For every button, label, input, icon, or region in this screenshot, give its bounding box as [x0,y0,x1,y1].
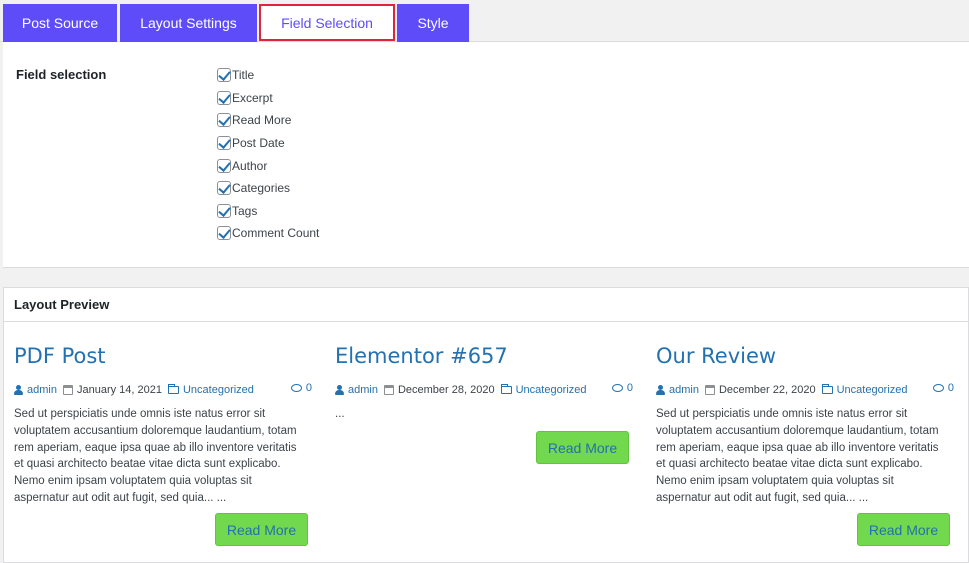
field-selection-panel: Field selection Title Excerpt Read More … [3,42,969,268]
tab-layout-settings[interactable]: Layout Settings [120,4,257,42]
post-card: Our Review admin December 22, 2020 Uncat… [656,344,954,546]
post-meta: admin December 28, 2020 Uncategorized 0 [335,382,633,398]
field-option-label: Post Date [232,136,285,151]
read-more-button[interactable]: Read More [857,513,950,546]
post-card: Elementor #657 admin December 28, 2020 U… [335,344,633,464]
checkbox-checked-icon[interactable] [217,68,231,83]
checkbox-checked-icon[interactable] [217,113,231,128]
read-more-button[interactable]: Read More [536,431,629,464]
field-option-post-date[interactable]: Post Date [217,132,319,155]
field-option-author[interactable]: Author [217,154,319,177]
layout-preview-title: Layout Preview [4,288,968,322]
post-date: December 22, 2020 [718,384,816,396]
post-meta: admin January 14, 2021 Uncategorized 0 [14,382,312,398]
checkbox-checked-icon[interactable] [217,226,231,241]
checkbox-checked-icon[interactable] [217,203,231,218]
comment-count[interactable]: 0 [290,382,312,394]
folder-icon [167,384,179,394]
field-option-read-more[interactable]: Read More [217,109,319,132]
field-selection-label: Field selection [16,67,107,82]
read-more-button[interactable]: Read More [215,513,308,546]
field-option-label: Read More [232,113,292,128]
post-excerpt: Sed ut perspiciatis unde omnis iste natu… [14,408,297,504]
layout-preview-panel: Layout Preview PDF Post admin January 14… [3,287,969,563]
post-title[interactable]: Elementor #657 [335,344,630,372]
comment-count-value: 0 [626,382,633,394]
calendar-icon [383,385,394,395]
field-checkbox-list: Title Excerpt Read More Post Date Author… [217,64,319,245]
comment-icon [611,384,623,392]
post-category[interactable]: Uncategorized [183,384,254,396]
checkbox-checked-icon[interactable] [217,90,231,105]
checkbox-checked-icon[interactable] [217,158,231,173]
post-title[interactable]: PDF Post [14,344,309,372]
field-option-excerpt[interactable]: Excerpt [217,87,319,110]
post-date: January 14, 2021 [76,384,162,396]
post-category[interactable]: Uncategorized [516,384,587,396]
field-option-label: Title [232,68,255,83]
post-author[interactable]: admin [669,384,699,396]
post-title[interactable]: Our Review [656,344,951,372]
field-option-title[interactable]: Title [217,64,319,87]
field-option-label: Categories [232,181,291,196]
post-meta: admin December 22, 2020 Uncategorized 0 [656,382,954,398]
field-option-label: Comment Count [232,226,320,241]
folder-icon [821,384,833,394]
user-icon [14,385,23,395]
checkbox-checked-icon[interactable] [217,136,231,151]
comment-icon [932,384,944,392]
post-author[interactable]: admin [348,384,378,396]
post-category[interactable]: Uncategorized [837,384,908,396]
calendar-icon [704,385,715,395]
tab-style[interactable]: Style [397,4,469,42]
comment-count-value: 0 [947,382,954,394]
calendar-icon [62,385,73,395]
post-card: PDF Post admin January 14, 2021 Uncatego… [14,344,312,546]
field-option-categories[interactable]: Categories [217,177,319,200]
post-excerpt: ... [335,408,345,420]
field-option-label: Excerpt [232,90,273,105]
user-icon [335,385,344,395]
folder-icon [500,384,512,394]
field-option-tags[interactable]: Tags [217,200,319,223]
comment-count-value: 0 [305,382,312,394]
post-date: December 28, 2020 [397,384,495,396]
post-author[interactable]: admin [27,384,57,396]
checkbox-checked-icon[interactable] [217,181,231,196]
comment-count[interactable]: 0 [932,382,954,394]
field-option-comment-count[interactable]: Comment Count [217,222,319,245]
tab-bar: Post Source Layout Settings Field Select… [0,0,969,42]
tab-field-selection[interactable]: Field Selection [259,4,395,41]
field-option-label: Tags [232,203,258,218]
comment-icon [290,384,302,392]
user-icon [656,385,665,395]
tab-post-source[interactable]: Post Source [3,4,117,42]
comment-count[interactable]: 0 [611,382,633,394]
post-excerpt: Sed ut perspiciatis unde omnis iste natu… [656,408,939,504]
field-option-label: Author [232,158,268,173]
